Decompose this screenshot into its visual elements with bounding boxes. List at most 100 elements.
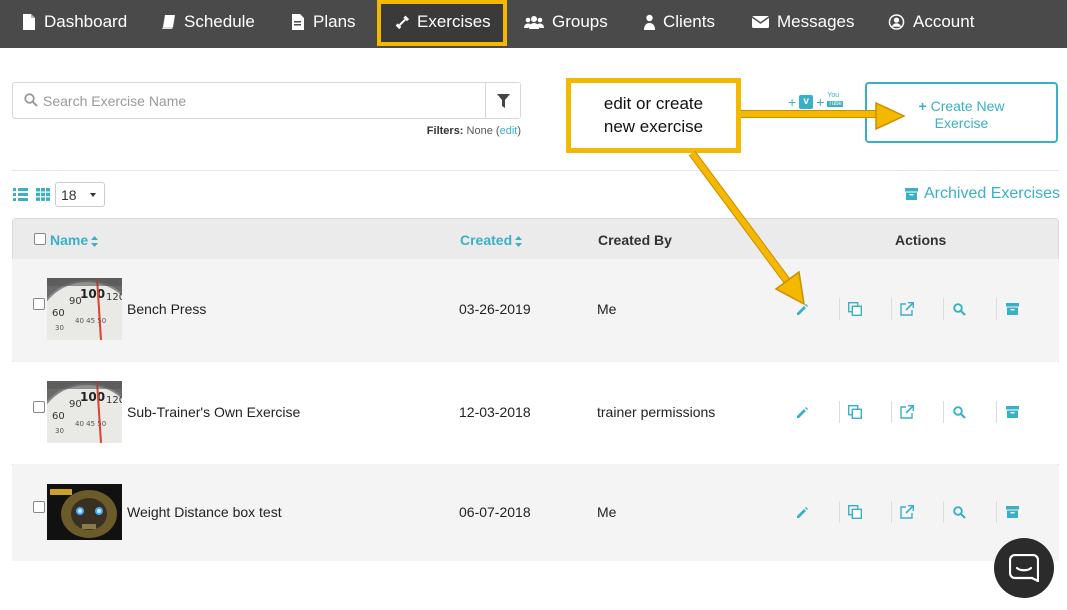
exercise-name[interactable]: Bench Press	[127, 301, 206, 317]
svg-text:40 45 50: 40 45 50	[75, 420, 106, 428]
exercise-name[interactable]: Weight Distance box test	[127, 504, 282, 520]
select-all-checkbox[interactable]	[34, 233, 46, 245]
plus-icon: +	[918, 98, 927, 114]
copy-icon[interactable]	[845, 402, 865, 422]
archived-exercises-link[interactable]: Archived Exercises	[905, 185, 1060, 203]
header-created-label: Created	[460, 232, 513, 248]
archive-icon[interactable]	[1002, 299, 1022, 319]
nav-label: Clients	[663, 12, 715, 31]
youtube-icon[interactable]: You Tube	[827, 92, 843, 110]
search-icon[interactable]	[949, 299, 969, 319]
add-youtube-plus[interactable]: +	[816, 94, 824, 110]
search-box	[12, 82, 521, 119]
media-links: + v + You Tube	[788, 92, 843, 110]
filters-edit-link[interactable]: edit	[500, 125, 518, 137]
users-icon	[524, 16, 544, 29]
svg-text:60: 60	[52, 411, 65, 422]
created-by: Me	[597, 301, 617, 317]
external-link-icon[interactable]	[897, 402, 917, 422]
grid-view-icon[interactable]	[36, 188, 50, 201]
exercise-thumbnail[interactable]	[47, 484, 122, 540]
svg-text:40 45 50: 40 45 50	[75, 317, 106, 325]
exercise-thumbnail[interactable]: 60 90 100 120 30 40 45 50	[47, 381, 122, 443]
filter-button[interactable]	[485, 83, 520, 118]
youtube-icon-bottom: Tube	[827, 101, 843, 107]
nav-label: Exercises	[417, 12, 491, 31]
search-input[interactable]	[43, 83, 483, 118]
table-header: Name Created Created By Actions	[13, 219, 1058, 260]
nav-label: Account	[913, 12, 975, 31]
svg-text:100: 100	[80, 287, 105, 301]
annotation-callout: edit or create new exercise	[566, 78, 741, 153]
sort-icon	[91, 235, 99, 247]
nav-label: Groups	[552, 12, 608, 31]
nav-label: Dashboard	[44, 12, 128, 31]
page-size-select[interactable]: 18	[55, 182, 105, 207]
page-size-value: 18	[61, 187, 77, 203]
row-checkbox[interactable]	[33, 501, 45, 513]
create-button-line2: Exercise	[934, 115, 989, 131]
action-separator	[996, 401, 997, 423]
table-row: 60 90 100 120 30 40 45 50 Sub-Trainer's Own Ex…	[12, 362, 1059, 464]
nav-dashboard[interactable]: Dashboard	[22, 0, 127, 44]
nav-label: Plans	[313, 12, 356, 31]
action-separator	[891, 501, 892, 523]
archive-icon[interactable]	[1002, 502, 1022, 522]
search-icon[interactable]	[949, 402, 969, 422]
callout-line1: edit or create	[603, 94, 704, 113]
user-icon	[644, 14, 655, 30]
header-actions: Actions	[895, 232, 947, 248]
filters-value: None	[466, 125, 493, 137]
filters-status: Filters: None (edit)	[426, 125, 521, 137]
action-separator	[996, 501, 997, 523]
row-checkbox[interactable]	[33, 401, 45, 413]
nav-schedule[interactable]: Schedule	[162, 0, 255, 44]
action-separator	[891, 401, 892, 423]
book-icon	[162, 15, 175, 29]
chat-icon	[1009, 554, 1039, 582]
nav-exercises[interactable]: Exercises	[395, 0, 491, 44]
copy-icon[interactable]	[845, 502, 865, 522]
nav-groups[interactable]: Groups	[524, 0, 608, 44]
search-icon[interactable]	[949, 502, 969, 522]
exercise-thumbnail[interactable]: 60 90 100 120 30 40 45 50	[47, 278, 122, 340]
pencil-icon[interactable]	[792, 402, 812, 422]
dumbbell-icon	[395, 15, 409, 30]
archive-icon[interactable]	[1002, 402, 1022, 422]
svg-text:30: 30	[55, 427, 64, 435]
copy-icon[interactable]	[845, 299, 865, 319]
action-separator	[839, 501, 840, 523]
vimeo-icon[interactable]: v	[799, 95, 814, 109]
dashboard-icon	[23, 14, 35, 30]
exercise-name[interactable]: Sub-Trainer's Own Exercise	[127, 404, 300, 420]
nav-plans[interactable]: Plans	[291, 0, 356, 44]
envelope-icon	[752, 16, 769, 28]
external-link-icon[interactable]	[897, 299, 917, 319]
header-created[interactable]: Created	[460, 232, 523, 248]
nav-clients[interactable]: Clients	[644, 0, 715, 44]
external-link-icon[interactable]	[897, 502, 917, 522]
created-date: 03-26-2019	[459, 301, 531, 317]
chat-launcher-button[interactable]	[994, 538, 1054, 598]
action-separator	[943, 298, 944, 320]
pencil-icon[interactable]	[792, 502, 812, 522]
create-new-exercise-button[interactable]: + Create New Exercise	[865, 82, 1058, 143]
svg-text:30: 30	[55, 324, 64, 332]
divider	[12, 170, 1059, 171]
header-name-label: Name	[50, 232, 89, 248]
svg-text:60: 60	[52, 308, 65, 319]
archived-label: Archived Exercises	[924, 185, 1061, 202]
list-view-icon[interactable]	[13, 188, 28, 201]
filter-icon	[496, 93, 510, 108]
account-circle-icon	[888, 14, 905, 30]
nav-messages[interactable]: Messages	[752, 0, 854, 44]
pencil-icon[interactable]	[792, 299, 812, 319]
nav-account[interactable]: Account	[888, 0, 974, 44]
created-by: trainer permissions	[597, 404, 716, 420]
header-name[interactable]: Name	[50, 232, 99, 248]
search-icon	[24, 93, 38, 107]
nav-label: Schedule	[184, 12, 255, 31]
filters-label: Filters:	[426, 125, 464, 137]
add-vimeo-plus[interactable]: +	[788, 94, 796, 110]
row-checkbox[interactable]	[33, 298, 45, 310]
